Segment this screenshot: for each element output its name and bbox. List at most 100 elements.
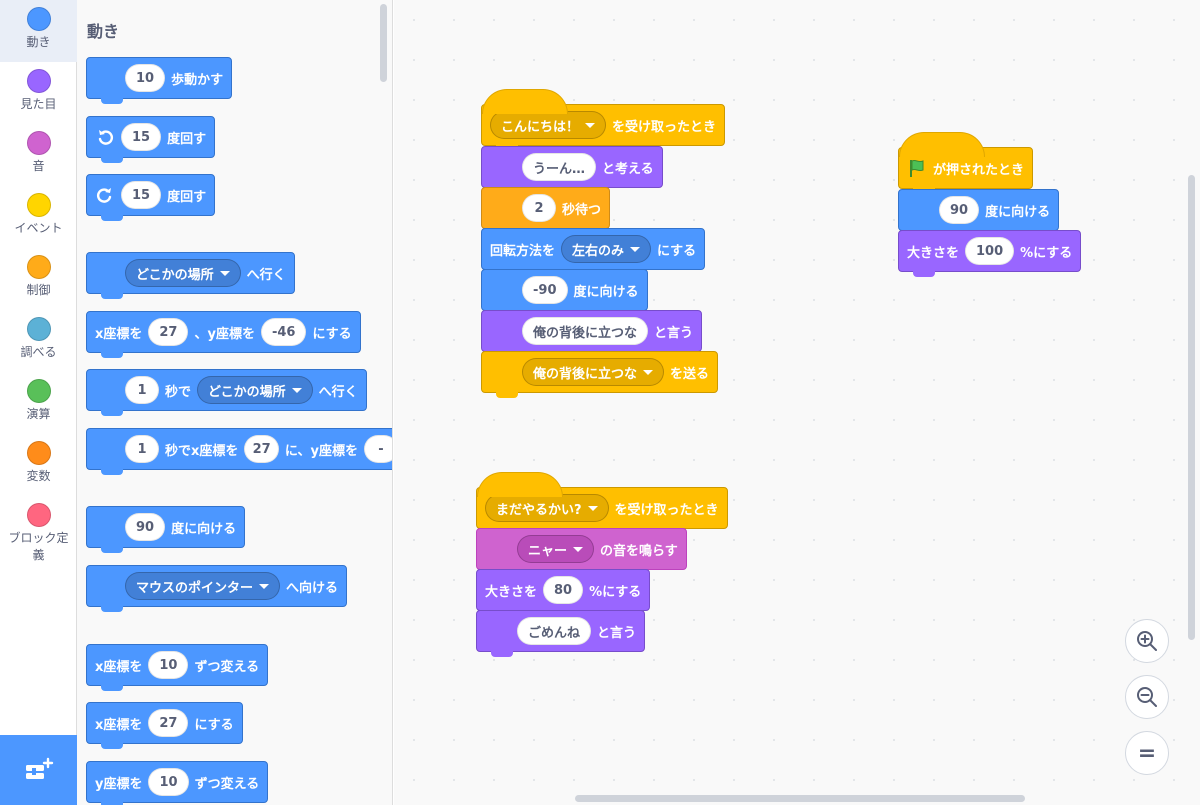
zoom-in-icon [1137, 631, 1157, 651]
message-dropdown[interactable]: まだやるかい? [485, 494, 609, 522]
broadcast-dropdown[interactable]: 俺の背後に立つな [522, 358, 665, 386]
block-text: 秒でx座標を [165, 443, 239, 459]
point-in-direction-block[interactable]: -90 度に向ける [481, 269, 648, 316]
when-receive-hat-block[interactable]: こんにちは！ を受け取ったとき [481, 89, 726, 151]
say-block[interactable]: ごめんね と言う [476, 610, 646, 657]
size-input[interactable]: 100 [965, 237, 1015, 265]
variables-category-icon [26, 441, 51, 465]
category-label: 制御 [26, 283, 51, 297]
target-dropdown[interactable]: どこかの場所 [125, 259, 241, 287]
steps-input[interactable]: 10 [125, 64, 166, 92]
chevron-down-icon [630, 246, 641, 252]
glide-to-block[interactable]: 1 秒で どこかの場所 へ行く [86, 369, 367, 416]
zoom-in-button[interactable] [1125, 619, 1169, 663]
category-label: 変数 [26, 469, 51, 483]
chevron-down-icon [291, 387, 302, 393]
when-flag-clicked-hat-block[interactable]: が押されたとき [898, 132, 1034, 194]
category-control[interactable]: 制御 [0, 248, 77, 310]
category-looks[interactable]: 見た目 [0, 62, 77, 124]
degrees-input[interactable]: 15 [121, 181, 162, 209]
x-change-input[interactable]: 10 [148, 651, 189, 679]
zoom-out-button[interactable] [1125, 675, 1169, 719]
say-block[interactable]: 俺の背後に立つな と言う [481, 310, 703, 357]
dropdown-value: どこかの場所 [136, 267, 214, 283]
y-change-input[interactable]: 10 [148, 768, 189, 796]
turn-left-block[interactable]: 15 度回す [86, 174, 216, 221]
turn-right-block[interactable]: 15 度回す [86, 116, 216, 163]
category-label-line2: 義 [32, 548, 45, 562]
block-text: ずつ変える [194, 659, 260, 675]
set-size-block[interactable]: 大きさを 80 %にする [476, 569, 651, 616]
sound-dropdown[interactable]: ニャー [517, 535, 595, 563]
point-towards-block[interactable]: マウスのポインター へ向ける [86, 565, 348, 612]
category-label: 見た目 [20, 97, 57, 111]
play-sound-block[interactable]: ニャー の音を鳴らす [476, 528, 687, 575]
category-sensing[interactable]: 調べる [0, 310, 77, 372]
towards-dropdown[interactable]: マウスのポインター [125, 572, 281, 600]
direction-input[interactable]: 90 [939, 196, 980, 224]
direction-input[interactable]: 90 [125, 513, 166, 541]
seconds-input[interactable]: 1 [125, 435, 159, 463]
category-motion[interactable]: 動き [0, 0, 77, 62]
block-text: y座標を [95, 776, 143, 792]
x-input[interactable]: 27 [244, 435, 279, 463]
change-x-block[interactable]: x座標を 10 ずつ変える [86, 644, 269, 691]
y-input[interactable]: - [364, 435, 392, 463]
message-dropdown[interactable]: こんにちは！ [490, 111, 607, 139]
block-text: 度に向ける [573, 284, 639, 300]
set-x-block[interactable]: x座標を 27 にする [86, 702, 243, 749]
chevron-down-icon [587, 505, 598, 511]
block-text: x座標を [95, 326, 143, 342]
category-operators[interactable]: 演算 [0, 372, 77, 434]
block-text: へ向ける [286, 580, 339, 596]
think-block[interactable]: うーん… と考える [481, 146, 663, 193]
set-size-block[interactable]: 大きさを 100 %にする [898, 230, 1082, 277]
x-input[interactable]: 27 [148, 318, 189, 346]
say-text-input[interactable]: ごめんね [517, 617, 592, 645]
chevron-down-icon [585, 122, 596, 128]
wait-seconds-input[interactable]: 2 [522, 194, 556, 222]
chevron-down-icon [219, 270, 230, 276]
wait-block[interactable]: 2 秒待つ [481, 187, 611, 234]
target-dropdown[interactable]: どこかの場所 [197, 376, 313, 404]
block-text: 歩動かす [171, 72, 224, 88]
go-to-block[interactable]: どこかの場所 へ行く [86, 252, 295, 299]
category-variables[interactable]: 変数 [0, 434, 77, 496]
category-events[interactable]: イベント [0, 186, 77, 248]
category-my-blocks[interactable]: ブロック定 義 [0, 496, 77, 576]
category-sound[interactable]: 音 [0, 124, 77, 186]
zoom-reset-button[interactable]: = [1125, 731, 1169, 775]
add-extension-button[interactable] [0, 735, 77, 805]
rotation-style-dropdown[interactable]: 左右のみ [561, 235, 652, 263]
y-input[interactable]: -46 [260, 318, 307, 346]
size-input[interactable]: 80 [543, 576, 584, 604]
dropdown-value: まだやるかい? [496, 502, 582, 518]
point-in-direction-block[interactable]: 90 度に向ける [86, 506, 246, 553]
block-text: ずつ変える [194, 776, 260, 792]
go-to-xy-block[interactable]: x座標を 27 、y座標を -46 にする [86, 311, 361, 358]
degrees-input[interactable]: 15 [121, 123, 162, 151]
seconds-input[interactable]: 1 [125, 376, 159, 404]
block-text: を送る [670, 366, 710, 382]
glide-to-xy-block[interactable]: 1 秒でx座標を 27 に、y座標を - [86, 428, 392, 475]
broadcast-block[interactable]: 俺の背後に立つな を送る [481, 351, 719, 398]
say-text-input[interactable]: 俺の背後に立つな [522, 317, 649, 345]
palette-scrollbar[interactable] [380, 4, 387, 82]
block-text: と言う [654, 325, 694, 341]
workspace-horizontal-scrollbar[interactable] [575, 795, 1025, 802]
direction-input[interactable]: -90 [522, 276, 568, 304]
zoom-reset-icon: = [1137, 740, 1157, 766]
looks-category-icon [26, 69, 51, 93]
change-y-block[interactable]: y座標を 10 ずつ変える [86, 761, 269, 805]
events-category-icon [26, 193, 51, 217]
chevron-down-icon [573, 546, 584, 552]
block-text: を受け取ったとき [614, 502, 719, 518]
x-value-input[interactable]: 27 [148, 709, 189, 737]
move-steps-block[interactable]: 10 歩動かす [86, 57, 233, 104]
block-text: が押されたとき [933, 162, 1025, 178]
point-in-direction-block[interactable]: 90 度に向ける [898, 189, 1060, 236]
when-receive-hat-block[interactable]: まだやるかい? を受け取ったとき [476, 472, 728, 534]
set-rotation-style-block[interactable]: 回転方法を 左右のみ にする [481, 228, 706, 275]
think-text-input[interactable]: うーん… [522, 153, 597, 181]
workspace-vertical-scrollbar[interactable] [1188, 175, 1195, 640]
